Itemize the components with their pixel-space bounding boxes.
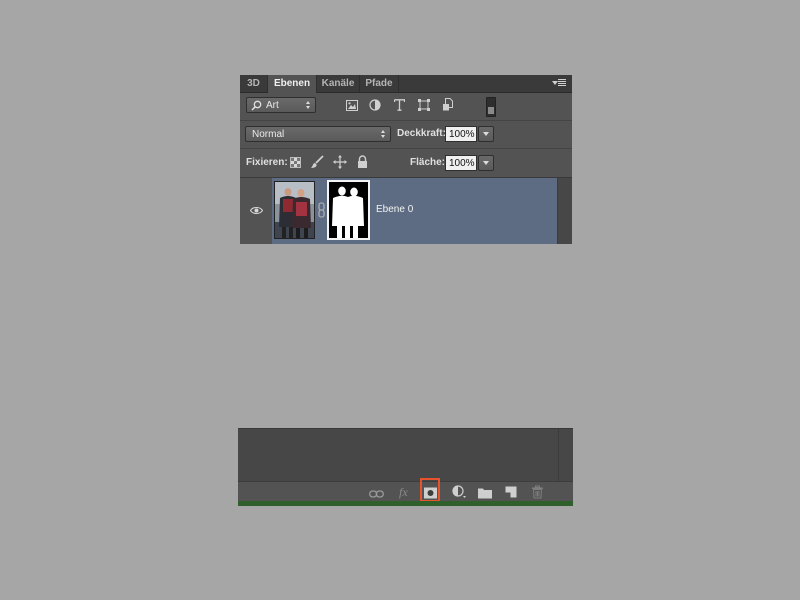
layers-scrollbar[interactable] <box>557 178 572 244</box>
document-canvas-edge <box>238 501 573 506</box>
fill-field[interactable]: 100% <box>445 155 477 171</box>
adjustment-filter-icon[interactable] <box>369 99 381 111</box>
mask-link-chain-icon[interactable] <box>318 202 325 218</box>
layer-style-fx-icon[interactable]: fx <box>399 485 408 499</box>
layer-image-thumbnail[interactable] <box>274 181 315 239</box>
adjustment-layer-icon[interactable] <box>452 485 467 499</box>
layers-panel: 3D Ebenen Kanäle Pfade Art Normal Deckkr… <box>240 75 572 244</box>
lock-position-icon[interactable] <box>333 155 347 169</box>
eye-visibility-icon[interactable] <box>250 206 263 215</box>
add-mask-icon[interactable] <box>424 486 437 500</box>
layers-panel-bottom: fx <box>238 428 573 506</box>
search-icon <box>251 100 262 111</box>
opacity-slider-button[interactable] <box>478 126 494 142</box>
fill-slider-button[interactable] <box>478 155 494 171</box>
layer-name[interactable]: Ebene 0 <box>376 204 413 215</box>
filter-kind-dropdown[interactable]: Art <box>246 97 316 113</box>
link-layers-icon[interactable] <box>369 487 384 501</box>
type-filter-icon[interactable] <box>394 99 405 111</box>
layer-mask-thumbnail[interactable] <box>327 180 370 240</box>
dropdown-arrows-icon <box>306 100 311 110</box>
lock-transparent-pixels-icon[interactable] <box>290 157 301 168</box>
visibility-column <box>240 178 273 244</box>
shape-filter-icon[interactable] <box>418 99 430 111</box>
opacity-field[interactable]: 100% <box>445 126 477 142</box>
layer-row-ebene-0[interactable]: Ebene 0 <box>272 178 557 244</box>
smart-object-filter-icon[interactable] <box>442 98 454 111</box>
lock-image-pixels-icon[interactable] <box>310 155 324 169</box>
tab-pfade[interactable]: Pfade <box>360 75 399 92</box>
blend-mode-row: Normal Deckkraft: 100% <box>240 121 572 149</box>
blend-mode-value: Normal <box>252 129 285 140</box>
layer-filter-row: Art <box>240 93 572 121</box>
blend-mode-dropdown[interactable]: Normal <box>245 126 391 142</box>
lock-all-icon[interactable] <box>357 155 368 168</box>
filter-kind-value: Art <box>266 100 279 111</box>
layers-list: Ebene 0 <box>240 178 572 244</box>
lock-label: Fixieren: <box>246 157 288 168</box>
filter-toggle-switch[interactable] <box>486 97 496 117</box>
lock-row: Fixieren: Fläche: 100% <box>240 149 572 178</box>
pixel-filter-icon[interactable] <box>346 100 358 111</box>
fill-label: Fläche: <box>410 157 446 168</box>
tab-kanaele[interactable]: Kanäle <box>317 75 360 92</box>
panel-menu-icon[interactable] <box>552 78 566 88</box>
tab-ebenen[interactable]: Ebenen <box>268 75 317 93</box>
layers-scrollbar-bottom[interactable] <box>558 429 573 481</box>
new-group-folder-icon[interactable] <box>478 486 492 500</box>
panel-tab-bar: 3D Ebenen Kanäle Pfade <box>240 75 572 93</box>
new-layer-icon[interactable] <box>505 485 517 499</box>
opacity-label: Deckkraft: <box>397 128 446 139</box>
layers-bottom-toolbar: fx <box>238 478 573 502</box>
delete-layer-trash-icon[interactable] <box>532 485 543 499</box>
dropdown-arrows-icon <box>381 129 386 139</box>
tab-3d[interactable]: 3D <box>240 75 268 92</box>
